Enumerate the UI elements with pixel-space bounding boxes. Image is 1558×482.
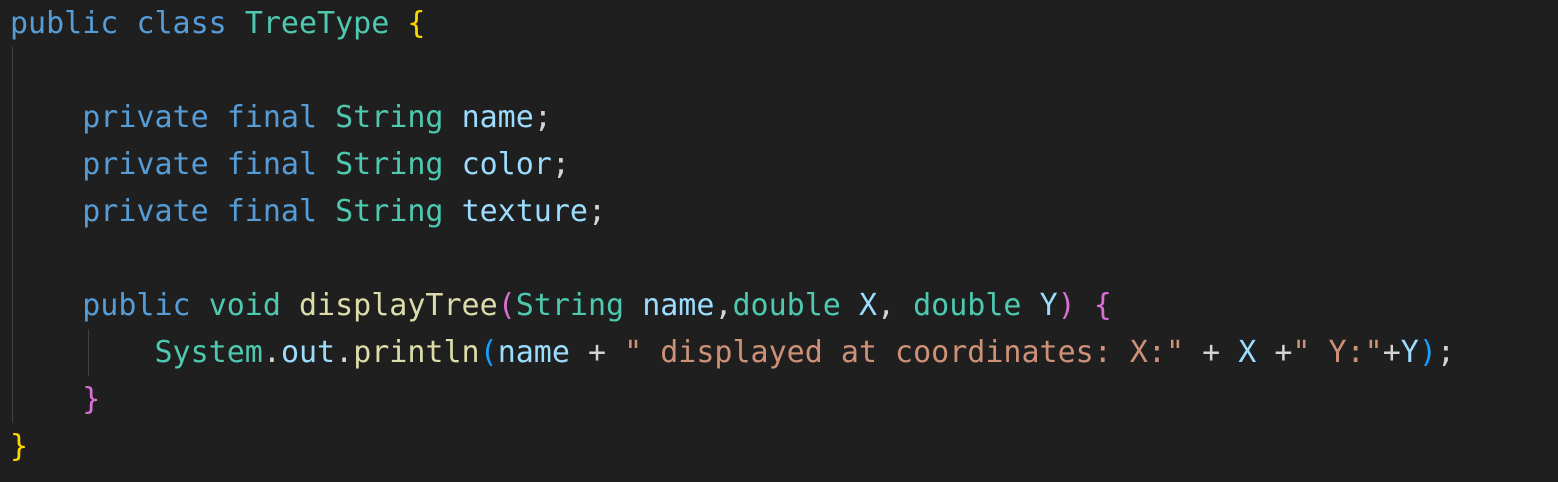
code-line[interactable]: } (10, 423, 1455, 470)
code-token: X (858, 288, 877, 323)
code-line[interactable] (10, 235, 1455, 282)
code-token: double (913, 288, 1022, 323)
code-token: { (1093, 288, 1112, 323)
code-token: } (82, 382, 101, 417)
code-token: System (154, 335, 263, 370)
code-token: , (714, 288, 733, 323)
code-token: ; (551, 147, 570, 182)
code-token: private (82, 194, 209, 229)
code-token: final (226, 147, 318, 182)
code-token: private (82, 147, 209, 182)
code-token: out (280, 335, 336, 370)
code-token: ) (1418, 335, 1437, 370)
code-token: ( (497, 288, 516, 323)
code-token: + (1382, 335, 1401, 370)
code-token: ) (1057, 288, 1076, 323)
code-token: displayTree (299, 288, 498, 323)
code-token: double (732, 288, 841, 323)
code-token: Y (1400, 335, 1419, 370)
code-area[interactable]: public class TreeType { private final St… (10, 0, 1455, 470)
code-token: X (1238, 335, 1257, 370)
code-token: public (10, 6, 119, 41)
code-token: private (82, 100, 209, 135)
code-token: String (335, 194, 444, 229)
code-token: , (877, 288, 914, 323)
code-line[interactable]: public void displayTree(String name,doub… (10, 282, 1455, 329)
code-token: { (407, 6, 426, 41)
code-token: name (461, 100, 534, 135)
code-token: ; (1436, 335, 1455, 370)
code-token: name (497, 335, 570, 370)
code-token: . (262, 335, 281, 370)
code-token: ; (588, 194, 607, 229)
code-token: color (461, 147, 552, 182)
code-token: String (335, 100, 444, 135)
code-line[interactable]: System.out.println(name + " displayed at… (10, 329, 1455, 376)
code-editor[interactable]: public class TreeType { private final St… (0, 0, 1558, 482)
code-token: . (335, 335, 354, 370)
code-token: TreeType (244, 6, 390, 41)
code-token: ( (479, 335, 498, 370)
code-token: String (335, 147, 444, 182)
code-line[interactable]: private final String color; (10, 141, 1455, 188)
code-token: String (515, 288, 625, 323)
code-token: Y (1039, 288, 1058, 323)
code-line[interactable]: private final String texture; (10, 188, 1455, 235)
code-token: name (642, 288, 715, 323)
code-token: class (136, 6, 227, 41)
code-token: public (82, 288, 191, 323)
code-line[interactable]: } (10, 376, 1455, 423)
code-token: + (1184, 335, 1239, 370)
code-token: ; (533, 100, 552, 135)
code-token: } (10, 429, 29, 464)
code-token: + (1256, 335, 1293, 370)
code-token: " Y:" (1292, 335, 1383, 370)
code-token: " displayed at coordinates: X:" (624, 335, 1185, 370)
code-line[interactable]: public class TreeType { (10, 0, 1455, 47)
code-token: final (226, 194, 318, 229)
code-token: + (569, 335, 625, 370)
code-token: texture (461, 194, 588, 229)
code-token: println (353, 335, 480, 370)
code-line[interactable] (10, 47, 1455, 94)
code-line[interactable]: private final String name; (10, 94, 1455, 141)
code-token: void (208, 288, 281, 323)
code-token: final (226, 100, 318, 135)
